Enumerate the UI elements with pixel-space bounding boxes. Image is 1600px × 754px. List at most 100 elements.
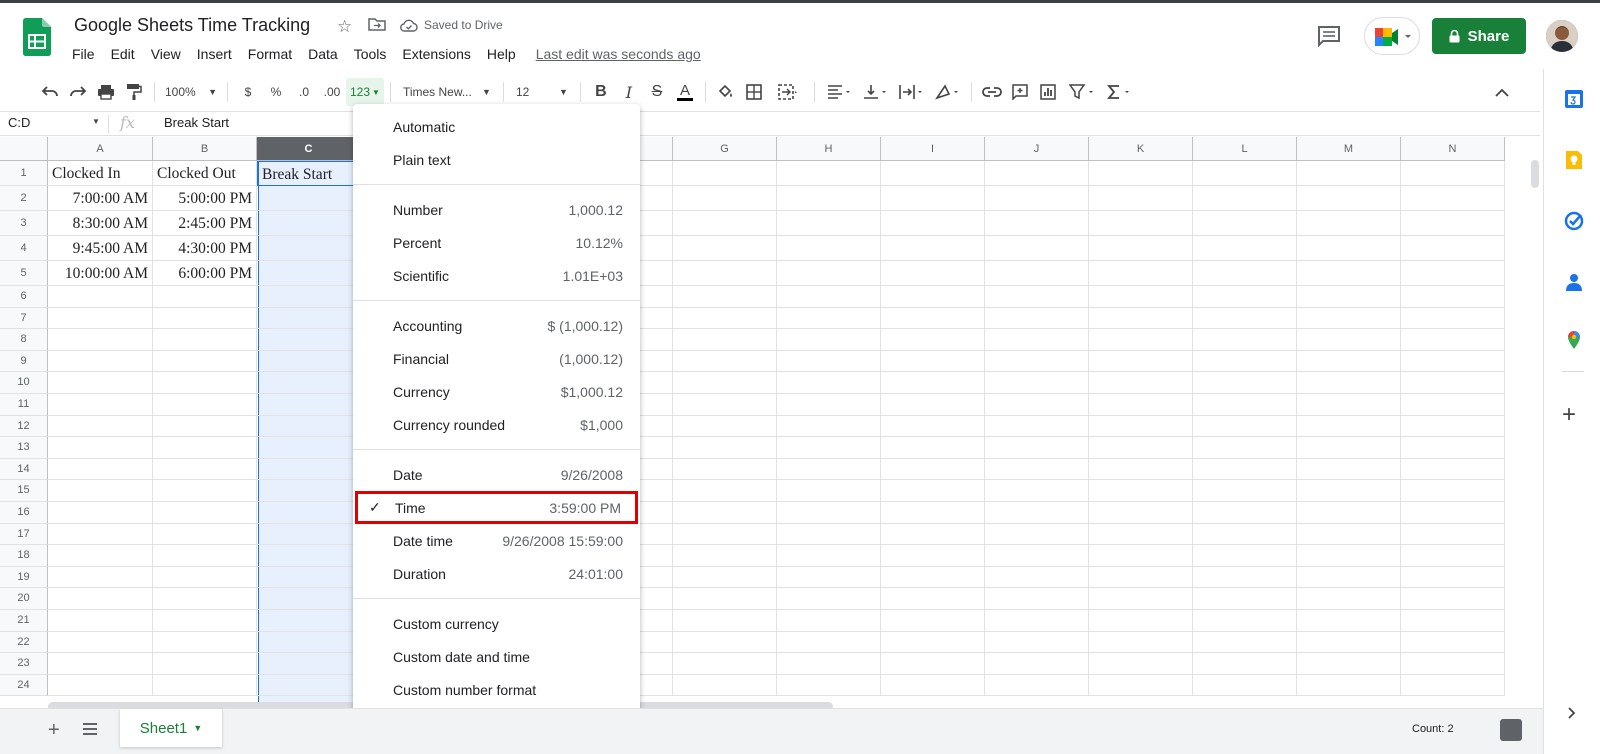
- cell-b5[interactable]: 6:00:00 PM: [153, 261, 257, 286]
- maps-icon[interactable]: [1564, 330, 1584, 350]
- cell-j18[interactable]: [985, 545, 1089, 567]
- cell-i4[interactable]: [881, 236, 985, 261]
- row-header-15[interactable]: 15: [0, 480, 48, 502]
- menu-format[interactable]: Format: [240, 43, 300, 65]
- merge-cells-button[interactable]: [768, 78, 808, 106]
- keep-icon[interactable]: [1564, 150, 1584, 170]
- contacts-icon[interactable]: [1564, 272, 1584, 292]
- cell-i17[interactable]: [881, 523, 985, 546]
- cell-g22[interactable]: [673, 631, 777, 654]
- fill-color-button[interactable]: [712, 78, 740, 106]
- cell-n20[interactable]: [1401, 588, 1505, 610]
- cell-l3[interactable]: [1193, 211, 1297, 236]
- cell-m24[interactable]: [1297, 674, 1401, 697]
- format-option-custom-currency[interactable]: Custom currency: [353, 607, 640, 640]
- cell-i15[interactable]: [881, 480, 985, 502]
- cell-c15[interactable]: [257, 480, 361, 502]
- cell-c12[interactable]: [257, 415, 361, 438]
- sheets-logo-icon[interactable]: [23, 18, 51, 56]
- cell-j22[interactable]: [985, 631, 1089, 654]
- cell-h2[interactable]: [777, 186, 881, 211]
- cell-g12[interactable]: [673, 415, 777, 438]
- row-header-3[interactable]: 3: [0, 211, 48, 236]
- cell-b4[interactable]: 4:30:00 PM: [153, 236, 257, 261]
- increase-decimal-button[interactable]: .00: [318, 78, 346, 106]
- cell-m11[interactable]: [1297, 394, 1401, 416]
- row-header-17[interactable]: 17: [0, 523, 48, 546]
- cell-j7[interactable]: [985, 307, 1089, 330]
- cell-g2[interactable]: [673, 186, 777, 211]
- add-sheet-icon[interactable]: +: [48, 719, 60, 742]
- cell-i1[interactable]: [881, 161, 985, 186]
- last-edit-link[interactable]: Last edit was seconds ago: [536, 43, 701, 65]
- row-header-24[interactable]: 24: [0, 674, 48, 697]
- cell-l22[interactable]: [1193, 631, 1297, 654]
- cell-h8[interactable]: [777, 329, 881, 351]
- cell-h9[interactable]: [777, 350, 881, 373]
- cell-j5[interactable]: [985, 261, 1089, 286]
- cell-a15[interactable]: [48, 480, 153, 502]
- cell-l7[interactable]: [1193, 307, 1297, 330]
- cell-b16[interactable]: [153, 502, 257, 524]
- cell-m20[interactable]: [1297, 588, 1401, 610]
- cell-h22[interactable]: [777, 631, 881, 654]
- cell-g21[interactable]: [673, 610, 777, 632]
- cell-l15[interactable]: [1193, 480, 1297, 502]
- menu-tools[interactable]: Tools: [346, 43, 395, 65]
- format-option-date-time[interactable]: Date time 9/26/2008 15:59:00: [353, 524, 640, 557]
- row-header-16[interactable]: 16: [0, 502, 48, 524]
- cell-h17[interactable]: [777, 523, 881, 546]
- format-option-custom-number-format[interactable]: Custom number format: [353, 673, 640, 706]
- cell-k19[interactable]: [1089, 566, 1193, 589]
- cell-k14[interactable]: [1089, 458, 1193, 481]
- cell-i22[interactable]: [881, 631, 985, 654]
- format-option-financial[interactable]: Financial (1,000.12): [353, 342, 640, 375]
- cell-m10[interactable]: [1297, 372, 1401, 394]
- cell-l11[interactable]: [1193, 394, 1297, 416]
- column-header-g[interactable]: G: [673, 137, 777, 161]
- row-header-22[interactable]: 22: [0, 631, 48, 654]
- cell-h20[interactable]: [777, 588, 881, 610]
- column-header-a[interactable]: A: [48, 137, 153, 161]
- vertical-align-button[interactable]: [857, 78, 893, 106]
- cell-l1[interactable]: [1193, 161, 1297, 186]
- menu-data[interactable]: Data: [300, 43, 346, 65]
- cell-g15[interactable]: [673, 480, 777, 502]
- format-option-scientific[interactable]: Scientific 1.01E+03: [353, 259, 640, 292]
- cell-k16[interactable]: [1089, 502, 1193, 524]
- cell-l4[interactable]: [1193, 236, 1297, 261]
- cell-c10[interactable]: [257, 372, 361, 394]
- collapse-toolbar-button[interactable]: [1488, 78, 1516, 106]
- menu-insert[interactable]: Insert: [189, 43, 240, 65]
- column-header-b[interactable]: B: [153, 137, 257, 161]
- cell-l24[interactable]: [1193, 674, 1297, 697]
- cell-k24[interactable]: [1089, 674, 1193, 697]
- column-header-i[interactable]: I: [881, 137, 985, 161]
- cell-k22[interactable]: [1089, 631, 1193, 654]
- menu-file[interactable]: File: [64, 43, 103, 65]
- cell-i14[interactable]: [881, 458, 985, 481]
- cell-j14[interactable]: [985, 458, 1089, 481]
- cell-h6[interactable]: [777, 286, 881, 308]
- cell-j21[interactable]: [985, 610, 1089, 632]
- column-header-h[interactable]: H: [777, 137, 881, 161]
- cell-n10[interactable]: [1401, 372, 1505, 394]
- cell-j20[interactable]: [985, 588, 1089, 610]
- cell-a12[interactable]: [48, 415, 153, 438]
- undo-button[interactable]: [36, 78, 64, 106]
- cell-h23[interactable]: [777, 653, 881, 675]
- cell-c3[interactable]: [257, 211, 361, 236]
- cell-g9[interactable]: [673, 350, 777, 373]
- cell-i21[interactable]: [881, 610, 985, 632]
- cell-m21[interactable]: [1297, 610, 1401, 632]
- redo-button[interactable]: [64, 78, 92, 106]
- cell-j23[interactable]: [985, 653, 1089, 675]
- cell-c24[interactable]: [257, 674, 361, 697]
- cell-i24[interactable]: [881, 674, 985, 697]
- cell-k7[interactable]: [1089, 307, 1193, 330]
- cell-k5[interactable]: [1089, 261, 1193, 286]
- percent-format-button[interactable]: %: [262, 78, 290, 106]
- cell-i20[interactable]: [881, 588, 985, 610]
- format-option-date[interactable]: Date 9/26/2008: [353, 458, 640, 491]
- column-header-n[interactable]: N: [1401, 137, 1505, 161]
